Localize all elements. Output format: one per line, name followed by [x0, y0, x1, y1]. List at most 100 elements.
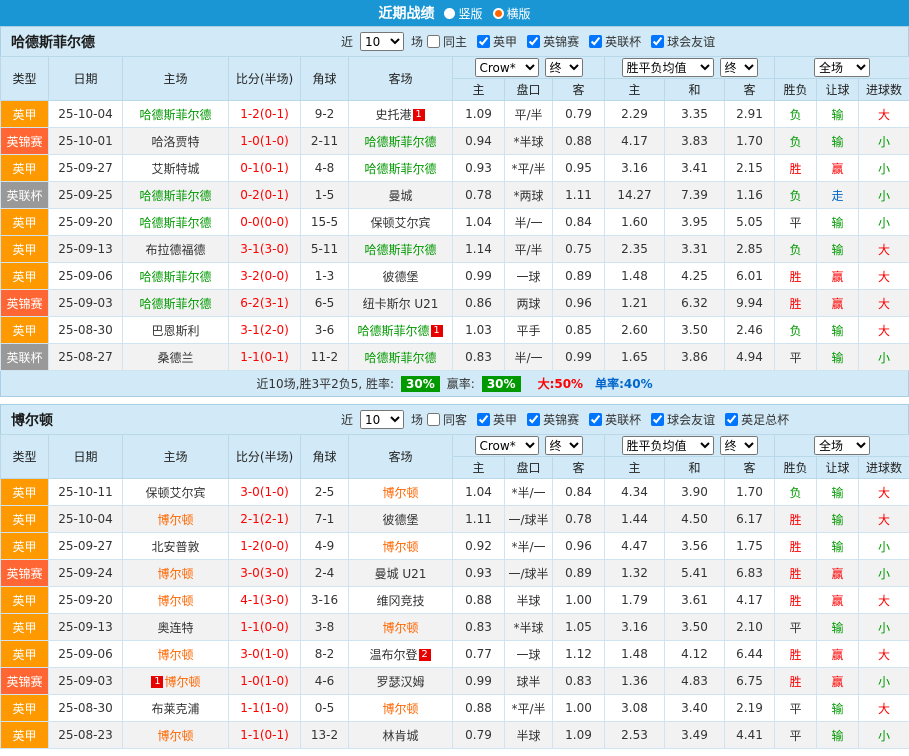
away-team-link[interactable]: 博尔顿	[382, 486, 418, 500]
home-team-link[interactable]: 博尔顿	[157, 594, 193, 608]
filter-checkbox[interactable]	[651, 35, 664, 48]
home-team-link[interactable]: 哈德斯菲尔德	[139, 108, 211, 122]
result-value: 负	[775, 182, 817, 209]
filter-checkbox[interactable]	[527, 35, 540, 48]
away-team-link[interactable]: 维冈竞技	[376, 594, 424, 608]
filter-checkbox[interactable]	[725, 413, 738, 426]
matches-count-select[interactable]: 10	[360, 410, 404, 429]
home-team-link[interactable]: 博尔顿	[157, 513, 193, 527]
bookmaker-select[interactable]: Crow*	[475, 58, 539, 77]
score-link[interactable]: 6-2(3-1)	[240, 296, 289, 310]
away-team-link[interactable]: 博尔顿	[382, 702, 418, 716]
avg-metric-select[interactable]: 胜平负均值	[622, 436, 714, 455]
home-team-link[interactable]: 保顿艾尔宾	[145, 486, 205, 500]
home-team-link[interactable]: 巴恩斯利	[151, 324, 199, 338]
handicap-value: *平/半	[505, 155, 553, 182]
table-row: 英锦赛25-10-01哈洛贾特1-0(1-0)2-11哈德斯菲尔德0.94*半球…	[1, 128, 909, 155]
odds-away: 1.05	[553, 614, 605, 641]
avg-time-select[interactable]: 终	[720, 436, 758, 455]
home-team-link[interactable]: 博尔顿	[157, 567, 193, 581]
odds-time-select[interactable]: 终	[545, 58, 583, 77]
score-cell: 1-0(1-0)	[229, 668, 301, 695]
score-link[interactable]: 4-1(3-0)	[240, 593, 289, 607]
score-cell: 1-1(1-0)	[229, 695, 301, 722]
home-team-link[interactable]: 北安普敦	[151, 540, 199, 554]
away-team-link[interactable]: 温布尔登	[369, 648, 417, 662]
scope-select[interactable]: 全场	[814, 58, 870, 77]
filter-checkbox[interactable]	[589, 35, 602, 48]
filter-checkbox[interactable]	[651, 413, 664, 426]
score-link[interactable]: 0-1(0-1)	[240, 161, 289, 175]
layout-radio-vertical[interactable]: 竖版	[444, 5, 482, 22]
col-header-away: 客场	[349, 57, 453, 101]
home-team-link[interactable]: 博尔顿	[157, 729, 193, 743]
score-link[interactable]: 1-2(0-1)	[240, 107, 289, 121]
matches-count-select[interactable]: 10	[360, 32, 404, 51]
col-header-avg-draw: 和	[665, 457, 725, 479]
away-team-link[interactable]: 哈德斯菲尔德	[364, 135, 436, 149]
filter-checkbox[interactable]	[527, 413, 540, 426]
away-team-link[interactable]: 哈德斯菲尔德	[357, 324, 429, 338]
score-link[interactable]: 3-0(3-0)	[240, 566, 289, 580]
score-link[interactable]: 3-2(0-0)	[240, 269, 289, 283]
header-row-groups: 类型日期主场比分(半场)角球客场Crow*终胜平负均值终全场	[1, 435, 909, 457]
layout-radio-horizontal[interactable]: 横版	[493, 5, 531, 22]
score-link[interactable]: 1-1(0-0)	[240, 620, 289, 634]
home-team-link[interactable]: 布莱克浦	[151, 702, 199, 716]
home-team-link[interactable]: 哈洛贾特	[151, 135, 199, 149]
filter-checkbox[interactable]	[477, 35, 490, 48]
away-team-link[interactable]: 哈德斯菲尔德	[364, 243, 436, 257]
away-team-link[interactable]: 哈德斯菲尔德	[364, 351, 436, 365]
avg-metric-select[interactable]: 胜平负均值	[622, 58, 714, 77]
home-team-link[interactable]: 艾斯特城	[151, 162, 199, 176]
score-link[interactable]: 0-0(0-0)	[240, 215, 289, 229]
score-link[interactable]: 1-2(0-0)	[240, 539, 289, 553]
page-header: 近期战绩 竖版 横版	[0, 0, 909, 26]
away-team-link[interactable]: 保顿艾尔宾	[370, 216, 430, 230]
score-link[interactable]: 1-1(0-1)	[240, 728, 289, 742]
score-cell: 1-1(0-0)	[229, 614, 301, 641]
score-link[interactable]: 1-1(0-1)	[240, 350, 289, 364]
avg-away: 2.91	[725, 101, 775, 128]
home-team-link[interactable]: 布拉德福德	[145, 243, 205, 257]
scope-select[interactable]: 全场	[814, 436, 870, 455]
score-link[interactable]: 1-1(1-0)	[240, 701, 289, 715]
filter-checkbox[interactable]	[427, 35, 440, 48]
away-team-link[interactable]: 林肯城	[382, 729, 418, 743]
score-link[interactable]: 1-0(1-0)	[240, 674, 289, 688]
away-team-link[interactable]: 彼德堡	[382, 513, 418, 527]
avg-away: 2.46	[725, 317, 775, 344]
home-team-link[interactable]: 哈德斯菲尔德	[139, 189, 211, 203]
bookmaker-select[interactable]: Crow*	[475, 436, 539, 455]
filter-checkbox[interactable]	[589, 413, 602, 426]
score-link[interactable]: 3-1(2-0)	[240, 323, 289, 337]
away-team-link[interactable]: 博尔顿	[382, 621, 418, 635]
away-team-link[interactable]: 彼德堡	[382, 270, 418, 284]
score-link[interactable]: 0-2(0-1)	[240, 188, 289, 202]
home-team-link[interactable]: 哈德斯菲尔德	[139, 297, 211, 311]
filter-checkbox[interactable]	[427, 413, 440, 426]
home-team-link[interactable]: 博尔顿	[164, 675, 200, 689]
home-team-link[interactable]: 哈德斯菲尔德	[139, 216, 211, 230]
away-team-link[interactable]: 纽卡斯尔 U21	[363, 297, 439, 311]
odds-time-select[interactable]: 终	[545, 436, 583, 455]
avg-time-select[interactable]: 终	[720, 58, 758, 77]
away-team-link[interactable]: 曼城	[388, 189, 412, 203]
result-value: 胜	[775, 560, 817, 587]
home-team-link[interactable]: 博尔顿	[157, 648, 193, 662]
filter-checkbox[interactable]	[477, 413, 490, 426]
home-team-link[interactable]: 哈德斯菲尔德	[139, 270, 211, 284]
score-link[interactable]: 3-0(1-0)	[240, 647, 289, 661]
away-team-link[interactable]: 史托港	[375, 108, 411, 122]
score-link[interactable]: 3-0(1-0)	[240, 485, 289, 499]
score-link[interactable]: 1-0(1-0)	[240, 134, 289, 148]
away-team-link[interactable]: 曼城 U21	[375, 567, 427, 581]
away-team-link[interactable]: 哈德斯菲尔德	[364, 162, 436, 176]
home-team-link[interactable]: 奥连特	[157, 621, 193, 635]
score-link[interactable]: 3-1(3-0)	[240, 242, 289, 256]
team-cell: 布莱克浦	[123, 695, 229, 722]
away-team-link[interactable]: 博尔顿	[382, 540, 418, 554]
away-team-link[interactable]: 罗瑟汉姆	[376, 675, 424, 689]
score-link[interactable]: 2-1(2-1)	[240, 512, 289, 526]
home-team-link[interactable]: 桑德兰	[157, 351, 193, 365]
